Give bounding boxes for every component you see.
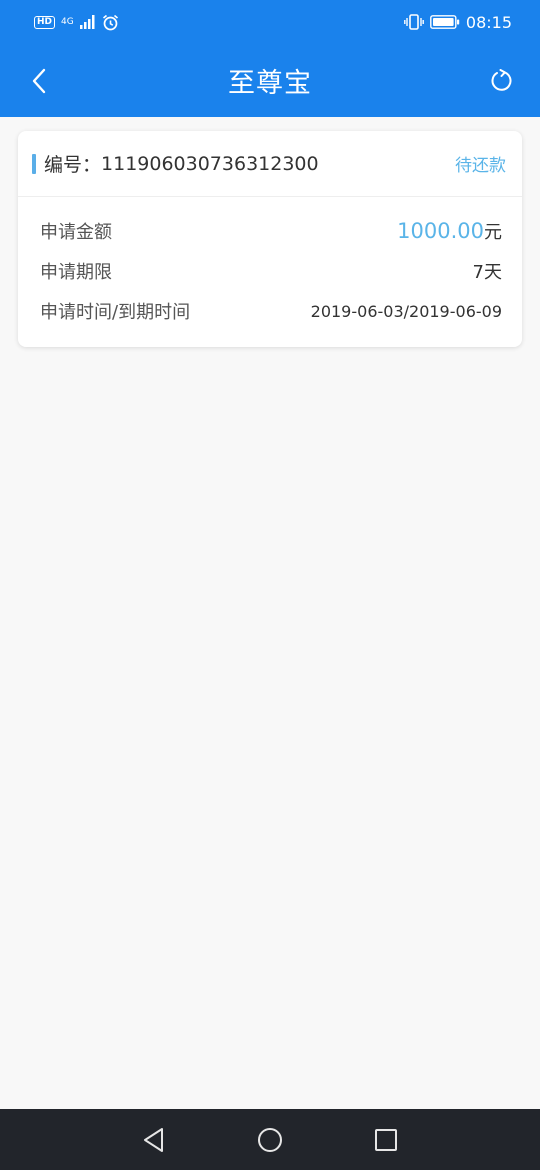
detail-row-amount: 申请金额 1000.00元 (40, 211, 502, 251)
vibrate-icon (403, 14, 424, 30)
term-value: 7天 (472, 262, 502, 283)
nav-back-button[interactable] (135, 1121, 173, 1159)
amount-label: 申请金额 (40, 222, 112, 243)
back-triangle-icon (144, 1127, 163, 1152)
order-number-label: 编号： (44, 154, 102, 176)
system-nav-bar (0, 1109, 540, 1170)
nav-home-button[interactable] (251, 1121, 289, 1159)
accent-bar (32, 153, 36, 174)
back-button[interactable] (24, 64, 54, 98)
chevron-left-icon (32, 68, 46, 94)
refresh-icon (491, 69, 512, 91)
hd-badge: HD (34, 15, 56, 29)
status-right: 08:15 (403, 12, 512, 32)
detail-row-term: 申请期限 7天 (40, 251, 502, 291)
status-bar: HD 4G 08:15 (0, 0, 540, 44)
order-status-badge: 待还款 (455, 156, 506, 176)
battery-icon (429, 15, 460, 29)
refresh-button[interactable] (486, 64, 518, 98)
home-circle-icon (258, 1127, 282, 1152)
amount-value: 1000.00 (397, 219, 484, 243)
amount-unit: 元 (484, 222, 502, 243)
term-label: 申请期限 (40, 262, 112, 283)
recents-square-icon (375, 1128, 397, 1151)
amount-value-group: 1000.00元 (397, 218, 502, 244)
alarm-icon (102, 14, 118, 30)
page-title: 至尊宝 (228, 68, 312, 99)
order-card[interactable]: 编号： 111906030736312300 待还款 申请金额 1000.00元… (18, 131, 522, 347)
dates-value: 2019-06-03/2019-06-09 (310, 301, 502, 321)
network-type: 4G (61, 16, 74, 27)
status-left: HD 4G (34, 14, 119, 31)
order-details: 申请金额 1000.00元 申请期限 7天 申请时间/到期时间 2019-06-… (18, 197, 522, 331)
nav-recents-button[interactable] (367, 1121, 405, 1159)
network-type-label: 4G (61, 16, 74, 27)
order-number: 编号： 111906030736312300 (32, 150, 319, 177)
app-bar: 至尊宝 (0, 44, 540, 117)
clock: 08:15 (465, 12, 512, 32)
detail-row-dates: 申请时间/到期时间 2019-06-03/2019-06-09 (40, 291, 502, 331)
order-card-header: 编号： 111906030736312300 待还款 (18, 131, 522, 197)
order-number-value: 111906030736312300 (101, 152, 319, 175)
dates-label: 申请时间/到期时间 (40, 302, 191, 323)
signal-icon (79, 15, 95, 29)
